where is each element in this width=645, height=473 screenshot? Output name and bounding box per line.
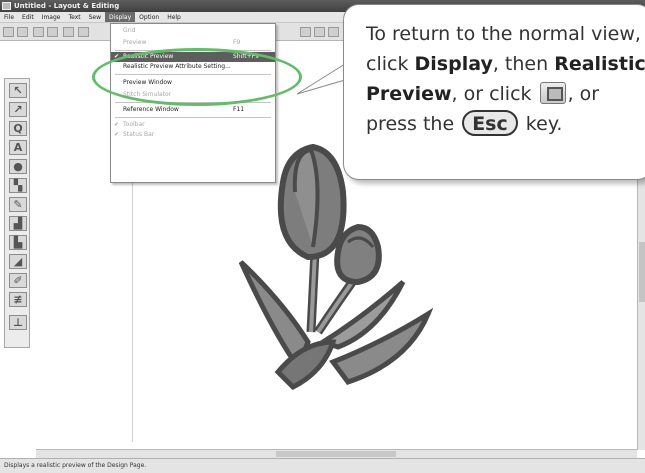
realistic-preview-button-icon [539,82,566,104]
shape-icon[interactable]: ● [9,159,27,174]
zoom-icon[interactable]: Q [9,121,27,136]
menu-item-reference-window[interactable]: Reference Window F11 [111,105,275,115]
app-icon [2,2,11,10]
instruction-callout: To return to the normal view, click Disp… [343,4,645,180]
menu-text[interactable]: Text [64,12,84,22]
print-icon[interactable] [63,27,74,37]
status-text: Displays a realistic preview of the Desi… [4,462,147,469]
stitch-icon[interactable]: ≢ [9,292,27,307]
vertical-scroll-thumb[interactable] [639,242,645,302]
zoom-icon[interactable] [300,27,311,37]
pen-icon[interactable]: ✐ [9,273,27,288]
stamp-icon[interactable]: ◢ [9,254,27,269]
window-title: Untitled - Layout & Editing [14,2,120,10]
menu-edit[interactable]: Edit [18,12,38,22]
callout-line-2: click Display, then Realistic [366,53,645,75]
callout-line-3: Preview, or click , or [366,82,600,105]
status-bar: Displays a realistic preview of the Desi… [0,458,645,473]
brush-icon[interactable]: ✎ [9,197,27,212]
callout-line-1: To return to the normal view, [366,23,641,45]
shortcut-label: F11 [233,106,245,113]
new-file-icon[interactable] [3,27,14,37]
select-arrow-icon[interactable]: ↖ [9,83,27,98]
highlight-oval [92,48,302,106]
menu-item-toolbar[interactable]: ✔ Toolbar [111,120,275,130]
import-icon[interactable] [47,27,58,37]
preview-keyword: Preview [366,83,452,105]
menu-item-grid[interactable]: Grid [111,26,275,36]
flower-icon [238,143,434,391]
point-edit-icon[interactable]: ↗ [9,102,27,117]
menu-help[interactable]: Help [163,12,185,22]
menu-file[interactable]: File [0,12,18,22]
menu-image[interactable]: Image [38,12,65,22]
tool-palette: ↖ ↗ Q A ● ▚ ✎ ▟ ▙ ◢ ✐ ≢ ⊥ [4,78,30,348]
text-icon[interactable]: A [9,140,27,155]
menu-separator [115,117,271,118]
horizontal-scroll-thumb[interactable] [276,451,396,457]
cut-icon[interactable] [78,27,89,37]
shortcut-label: F9 [233,39,241,46]
horizontal-scrollbar[interactable] [36,449,637,458]
paint-icon[interactable]: ▚ [9,178,27,193]
menu-display[interactable]: Display [105,12,136,22]
fill-icon[interactable]: ▙ [9,235,27,250]
eraser-icon[interactable]: ▟ [9,216,27,231]
check-icon: ✔ [114,131,120,138]
grid-icon[interactable] [314,27,325,37]
menu-item-preview[interactable]: Preview F9 [111,38,275,48]
realistic-keyword: Realistic [554,53,645,75]
save-icon[interactable] [33,27,44,37]
sew-point-icon[interactable]: ⊥ [9,315,27,330]
esc-key-icon: Esc [462,110,518,136]
menu-option[interactable]: Option [135,12,163,22]
menu-item-status-bar[interactable]: ✔ Status Bar [111,130,275,140]
callout-line-4: press the Esc key. [366,109,645,139]
menu-sew[interactable]: Sew [85,12,105,22]
check-icon: ✔ [114,121,120,128]
preview-icon[interactable] [328,27,339,37]
display-keyword: Display [414,53,493,75]
open-file-icon[interactable] [17,27,28,37]
